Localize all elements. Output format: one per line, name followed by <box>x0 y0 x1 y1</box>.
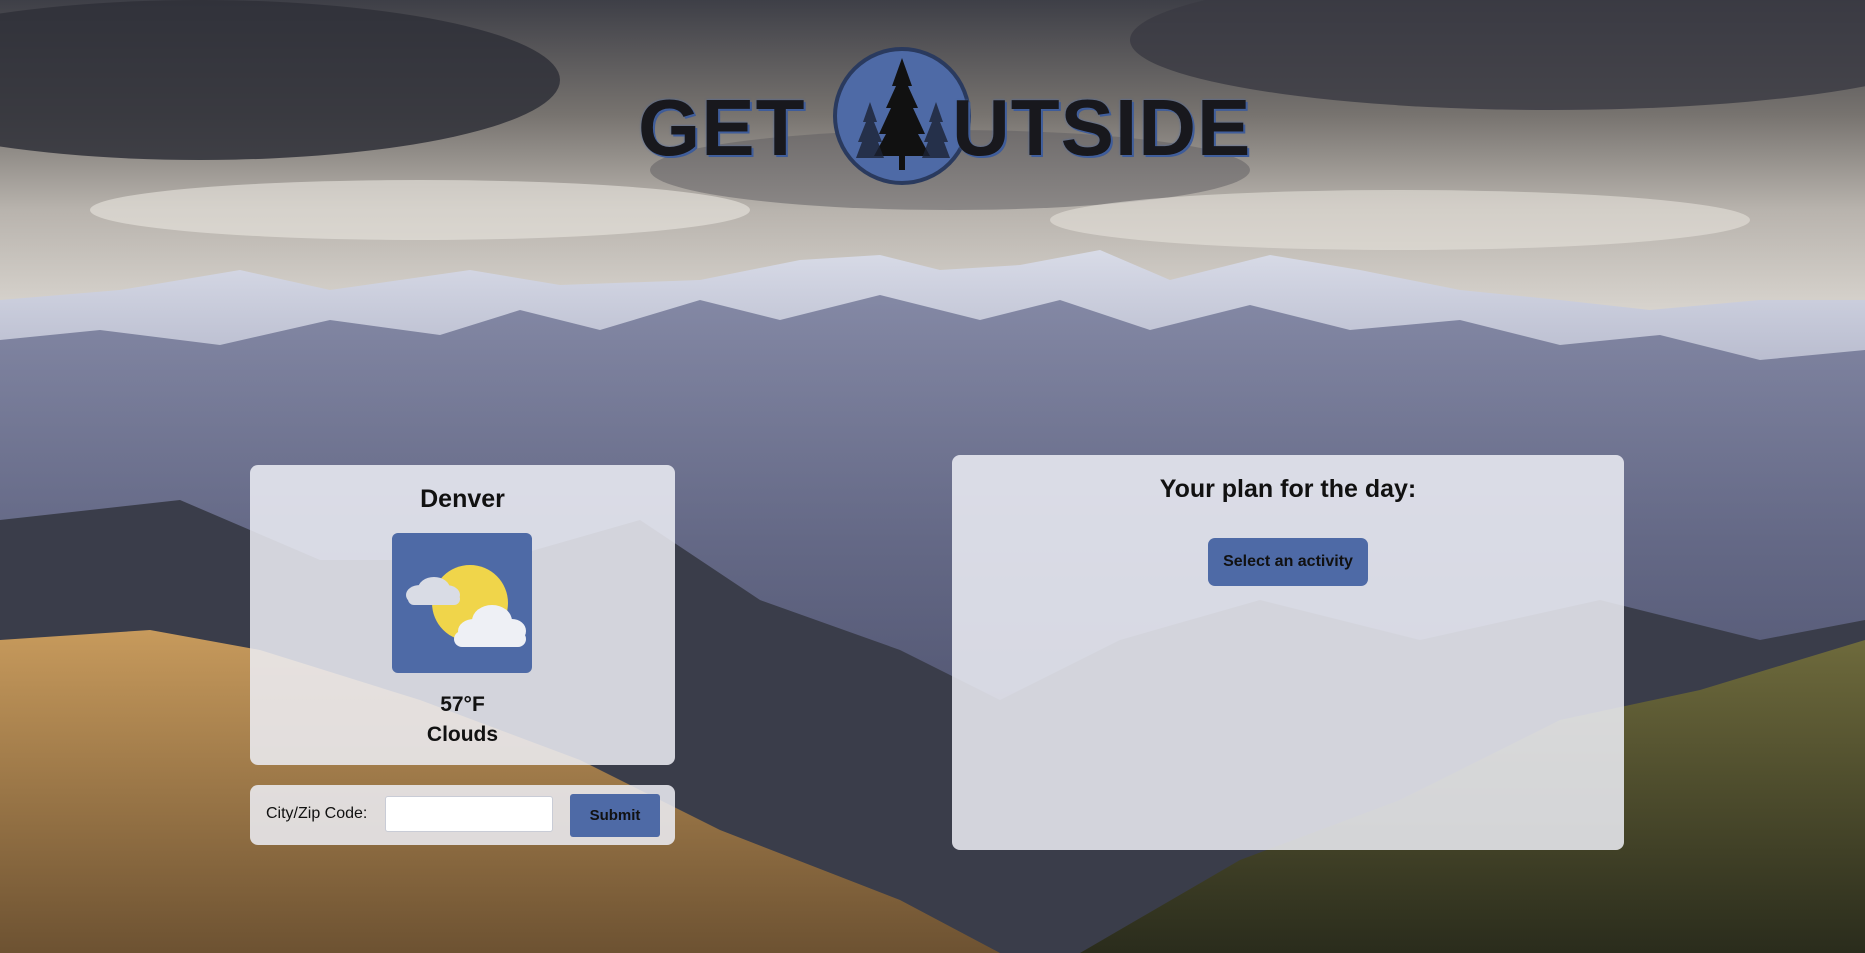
logo-text-utside: UTSIDE <box>952 83 1252 172</box>
pine-tree-logo-icon <box>833 47 971 185</box>
city-zip-label: City/Zip Code: <box>266 805 368 822</box>
city-zip-input[interactable] <box>385 796 553 832</box>
weather-city: Denver <box>420 485 505 513</box>
submit-button[interactable]: Submit <box>570 794 660 837</box>
weather-card: Denver 57°F Clouds <box>250 465 675 765</box>
weather-temperature: 57°F <box>440 693 485 716</box>
partly-cloudy-icon <box>392 533 532 673</box>
weather-condition: Clouds <box>426 723 499 746</box>
location-search-form: City/Zip Code: Submit <box>250 785 675 845</box>
logo-text-get: GET <box>638 83 806 172</box>
site-logo: GET UTSIDE <box>638 46 1252 192</box>
plan-card: Your plan for the day: Select an activit… <box>952 455 1624 850</box>
plan-title: Your plan for the day: <box>1159 475 1417 503</box>
select-activity-button[interactable]: Select an activity <box>1208 538 1368 586</box>
